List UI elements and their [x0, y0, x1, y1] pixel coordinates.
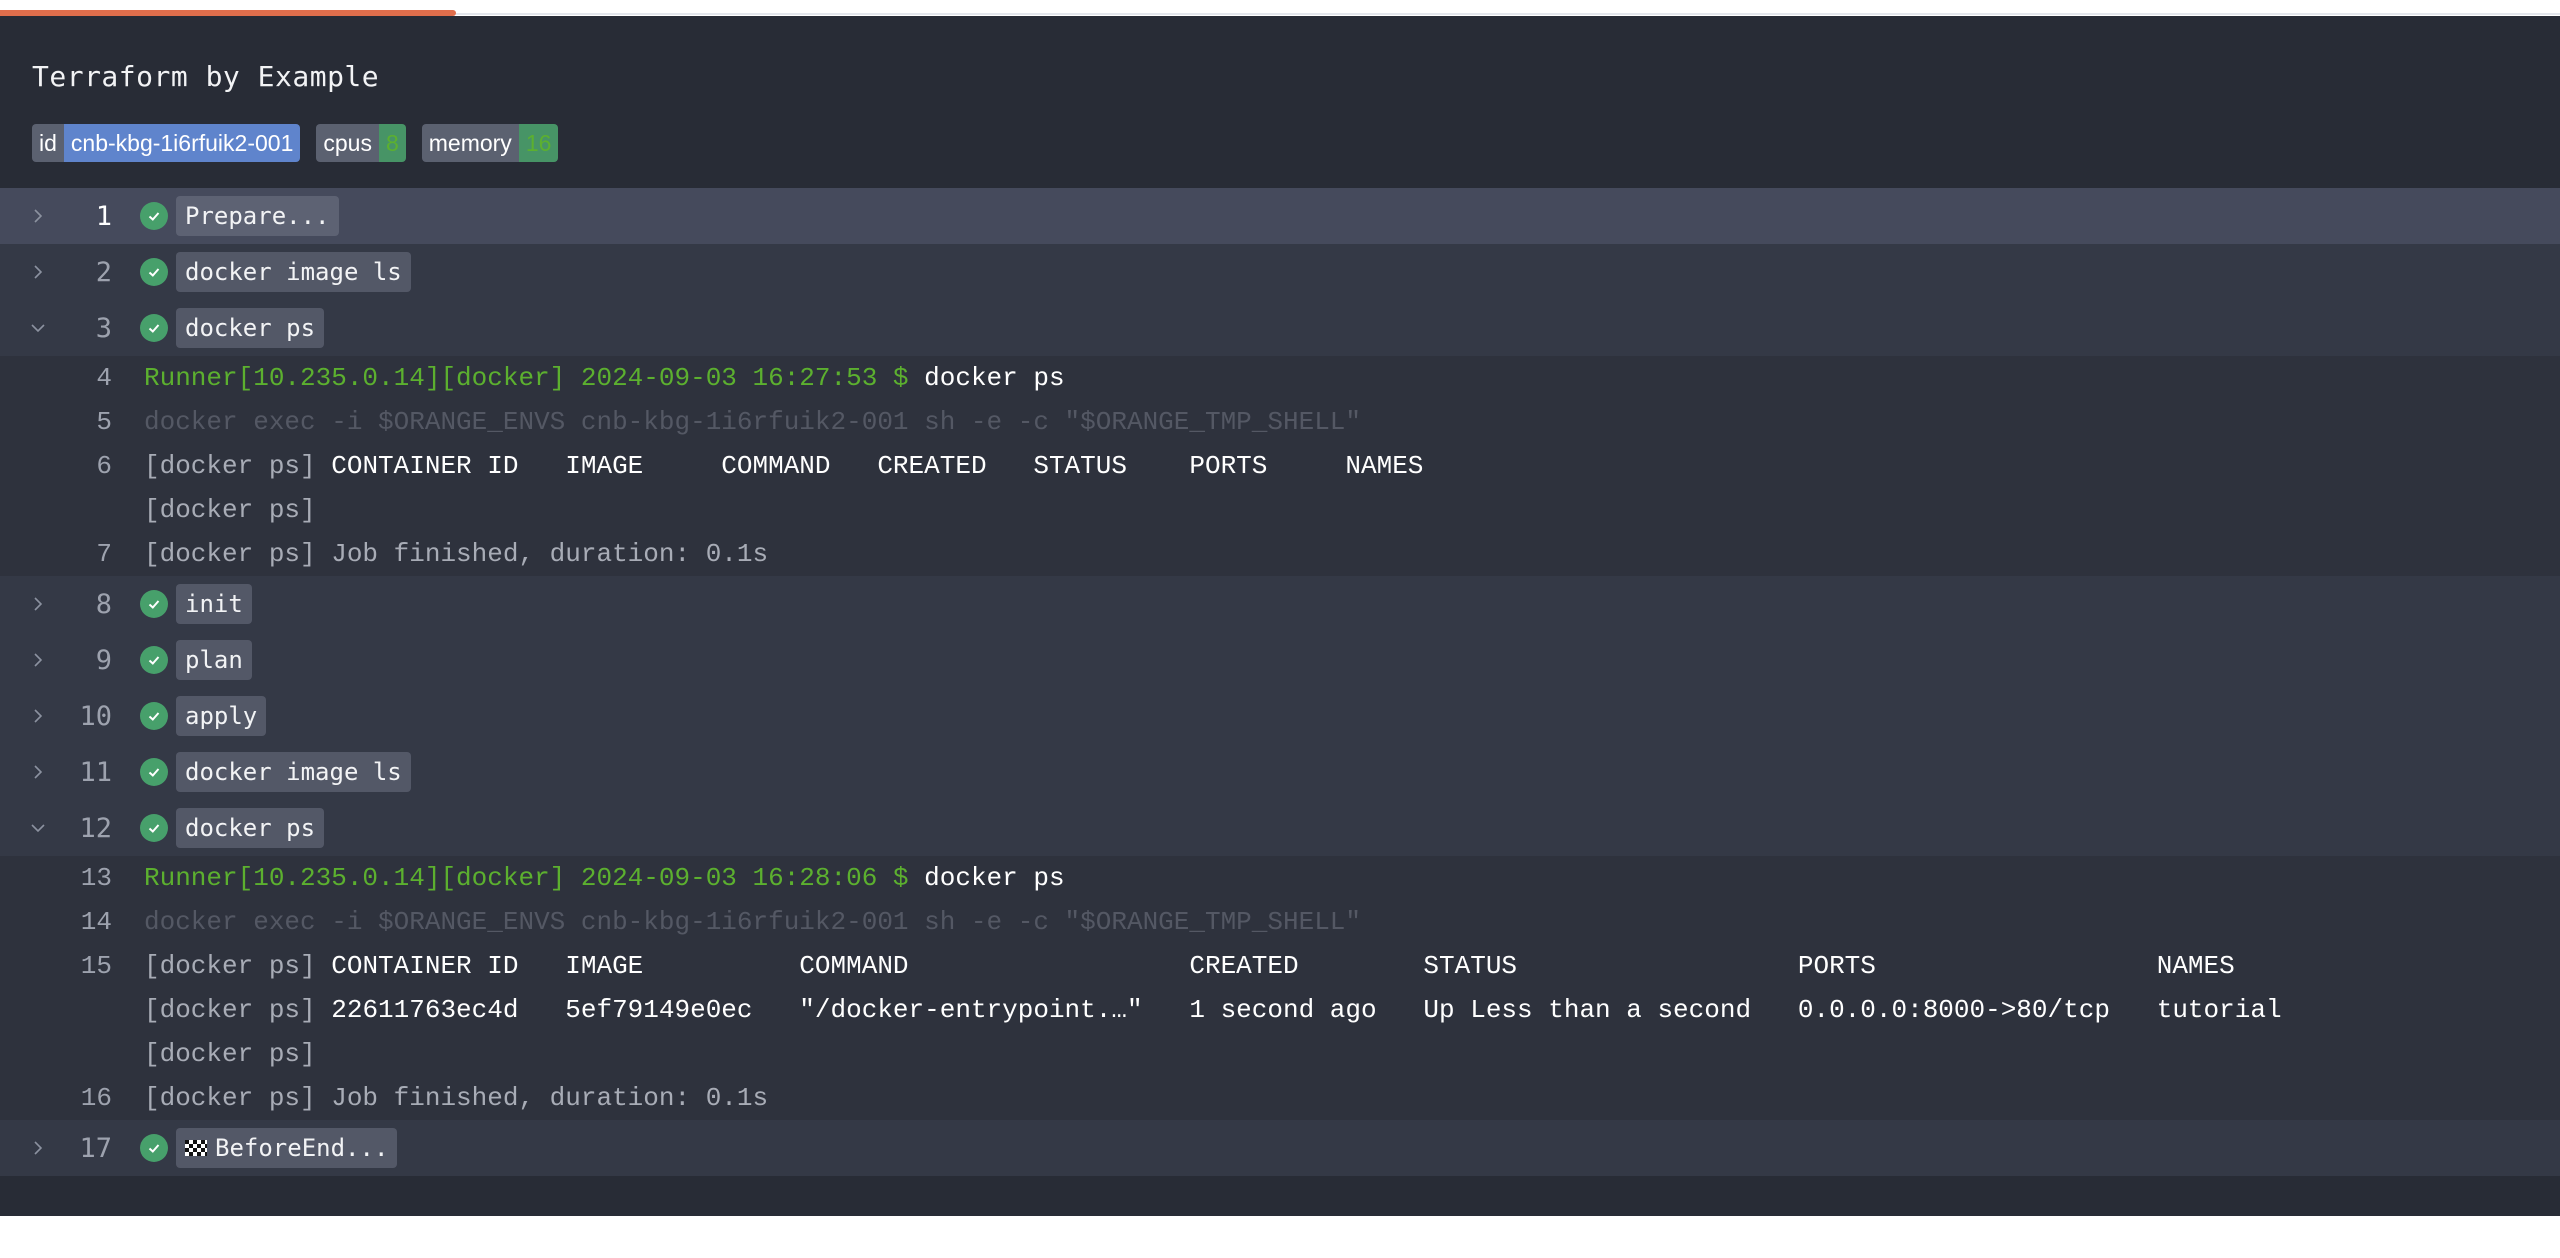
step-label: Prepare...	[176, 196, 339, 236]
step-row[interactable]: 9 plan	[0, 632, 2560, 688]
step-label: docker image ls	[176, 252, 411, 292]
step-number: 8	[95, 588, 112, 620]
log-line: 15 [docker ps] CONTAINER ID IMAGE COMMAN…	[0, 944, 2560, 988]
log-text: CONTAINER ID IMAGE COMMAND CREATED STATU…	[331, 451, 1424, 481]
chevron-right-icon[interactable]	[24, 764, 52, 780]
tag-key: cpus	[316, 124, 379, 162]
step-row[interactable]: 11 docker image ls	[0, 744, 2560, 800]
step-row[interactable]: 10 apply	[0, 688, 2560, 744]
step-number: 9	[95, 644, 112, 676]
step-number: 1	[95, 200, 112, 232]
log-line: 13 Runner[10.235.0.14][docker] 2024-09-0…	[0, 856, 2560, 900]
step-label: apply	[176, 696, 267, 736]
step-row[interactable]: 8 init	[0, 576, 2560, 632]
check-circle-icon	[140, 590, 168, 618]
job-header: Terraform by Example id cnb-kbg-1i6rfuik…	[0, 16, 2560, 188]
step-row[interactable]: 12 docker ps	[0, 800, 2560, 856]
log-line: 16 [docker ps] Job finished, duration: 0…	[0, 1076, 2560, 1120]
tag-value: 16	[518, 124, 559, 162]
step-number: 17	[79, 1132, 112, 1164]
log-command: docker ps	[924, 863, 1065, 893]
chevron-right-icon[interactable]	[24, 264, 52, 280]
step-number: 10	[79, 700, 112, 732]
line-number: 15	[80, 951, 112, 981]
tag-memory: memory 16	[421, 124, 559, 162]
job-log-panel: Terraform by Example id cnb-kbg-1i6rfuik…	[0, 16, 2560, 1216]
step-number: 11	[79, 756, 112, 788]
checkered-flag-icon	[185, 1128, 207, 1168]
chevron-right-icon[interactable]	[24, 208, 52, 224]
log-text: CONTAINER ID IMAGE COMMAND CREATED STATU…	[331, 951, 2235, 981]
steps-list: 1 Prepare... 2 docker image ls 3 docker …	[0, 188, 2560, 1176]
check-circle-icon	[140, 202, 168, 230]
step-label: docker ps	[176, 308, 325, 348]
log-prefix: [docker ps]	[144, 951, 332, 981]
check-circle-icon	[140, 814, 168, 842]
log-text: docker exec -i $ORANGE_ENVS cnb-kbg-1i6r…	[144, 407, 1361, 437]
step-row[interactable]: 2 docker image ls	[0, 244, 2560, 300]
tag-value: 8	[378, 124, 406, 162]
job-title: Terraform by Example	[32, 60, 380, 93]
step-log: 13 Runner[10.235.0.14][docker] 2024-09-0…	[0, 856, 2560, 1120]
step-label-container: BeforeEnd...	[176, 1128, 398, 1168]
log-line: 14 docker exec -i $ORANGE_ENVS cnb-kbg-1…	[0, 900, 2560, 944]
log-line: 5 docker exec -i $ORANGE_ENVS cnb-kbg-1i…	[0, 400, 2560, 444]
line-number: 4	[96, 363, 112, 393]
log-command: docker ps	[924, 363, 1065, 393]
line-number: 7	[96, 539, 112, 569]
chevron-right-icon[interactable]	[24, 1140, 52, 1156]
log-prefix: [docker ps]	[144, 495, 316, 525]
log-text: [docker ps] Job finished, duration: 0.1s	[144, 1083, 769, 1113]
log-text: [docker ps] Job finished, duration: 0.1s	[144, 539, 769, 569]
log-text: 22611763ec4d 5ef79149e0ec "/docker-entry…	[331, 995, 2282, 1025]
step-row[interactable]: 17 BeforeEnd...	[0, 1120, 2560, 1176]
line-number: 5	[96, 407, 112, 437]
chevron-down-icon[interactable]	[24, 320, 52, 336]
log-line: 6 [docker ps] CONTAINER ID IMAGE COMMAND…	[0, 444, 2560, 488]
step-row[interactable]: 1 Prepare...	[0, 188, 2560, 244]
step-label: init	[176, 584, 252, 624]
check-circle-icon	[140, 1134, 168, 1162]
log-line: 4 Runner[10.235.0.14][docker] 2024-09-03…	[0, 356, 2560, 400]
step-label: plan	[176, 640, 252, 680]
job-tags: id cnb-kbg-1i6rfuik2-001 cpus 8 memory 1…	[32, 124, 559, 162]
check-circle-icon	[140, 758, 168, 786]
check-circle-icon	[140, 258, 168, 286]
chevron-down-icon[interactable]	[24, 820, 52, 836]
step-row[interactable]: 3 docker ps	[0, 300, 2560, 356]
log-prefix: [docker ps]	[144, 1039, 316, 1069]
line-number: 14	[80, 907, 112, 937]
check-circle-icon	[140, 646, 168, 674]
chevron-right-icon[interactable]	[24, 652, 52, 668]
check-circle-icon	[140, 314, 168, 342]
chevron-right-icon[interactable]	[24, 596, 52, 612]
step-number: 12	[79, 812, 112, 844]
step-label: BeforeEnd...	[215, 1134, 389, 1162]
line-number: 16	[80, 1083, 112, 1113]
log-prefix: [docker ps]	[144, 995, 332, 1025]
tag-value: cnb-kbg-1i6rfuik2-001	[63, 124, 301, 162]
step-label: docker ps	[176, 808, 325, 848]
log-prefix: [docker ps]	[144, 451, 332, 481]
log-line: [docker ps]	[0, 488, 2560, 532]
log-line: [docker ps] 22611763ec4d 5ef79149e0ec "/…	[0, 988, 2560, 1032]
line-number: 13	[80, 863, 112, 893]
log-line: [docker ps]	[0, 1032, 2560, 1076]
tag-cpus: cpus 8	[316, 124, 406, 162]
runner-prefix: Runner[10.235.0.14][docker] 2024-09-03 1…	[144, 363, 925, 393]
tag-key: id	[32, 124, 64, 162]
tag-key: memory	[421, 124, 519, 162]
tag-id: id cnb-kbg-1i6rfuik2-001	[32, 124, 301, 162]
step-number: 2	[95, 256, 112, 288]
log-line: 7 [docker ps] Job finished, duration: 0.…	[0, 532, 2560, 576]
log-text: docker exec -i $ORANGE_ENVS cnb-kbg-1i6r…	[144, 907, 1361, 937]
check-circle-icon	[140, 702, 168, 730]
step-label: docker image ls	[176, 752, 411, 792]
runner-prefix: Runner[10.235.0.14][docker] 2024-09-03 1…	[144, 863, 925, 893]
step-number: 3	[95, 312, 112, 344]
step-log: 4 Runner[10.235.0.14][docker] 2024-09-03…	[0, 356, 2560, 576]
chevron-right-icon[interactable]	[24, 708, 52, 724]
line-number: 6	[96, 451, 112, 481]
